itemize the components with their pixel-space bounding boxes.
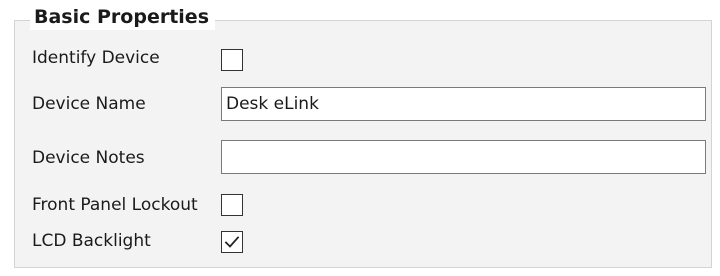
device-notes-field[interactable] [221,140,706,174]
device-notes-label: Device Notes [32,148,145,168]
device-name-field[interactable] [221,87,706,121]
identify-device-label: Identify Device [32,48,160,68]
lcd-backlight-label: LCD Backlight [32,231,151,251]
checkmark-icon [224,236,240,248]
front-panel-lockout-label: Front Panel Lockout [32,195,198,215]
device-name-label: Device Name [32,94,146,114]
identify-device-checkbox[interactable] [221,49,243,71]
group-title: Basic Properties [30,4,215,30]
front-panel-lockout-checkbox[interactable] [221,194,243,216]
lcd-backlight-checkbox[interactable] [221,231,243,253]
